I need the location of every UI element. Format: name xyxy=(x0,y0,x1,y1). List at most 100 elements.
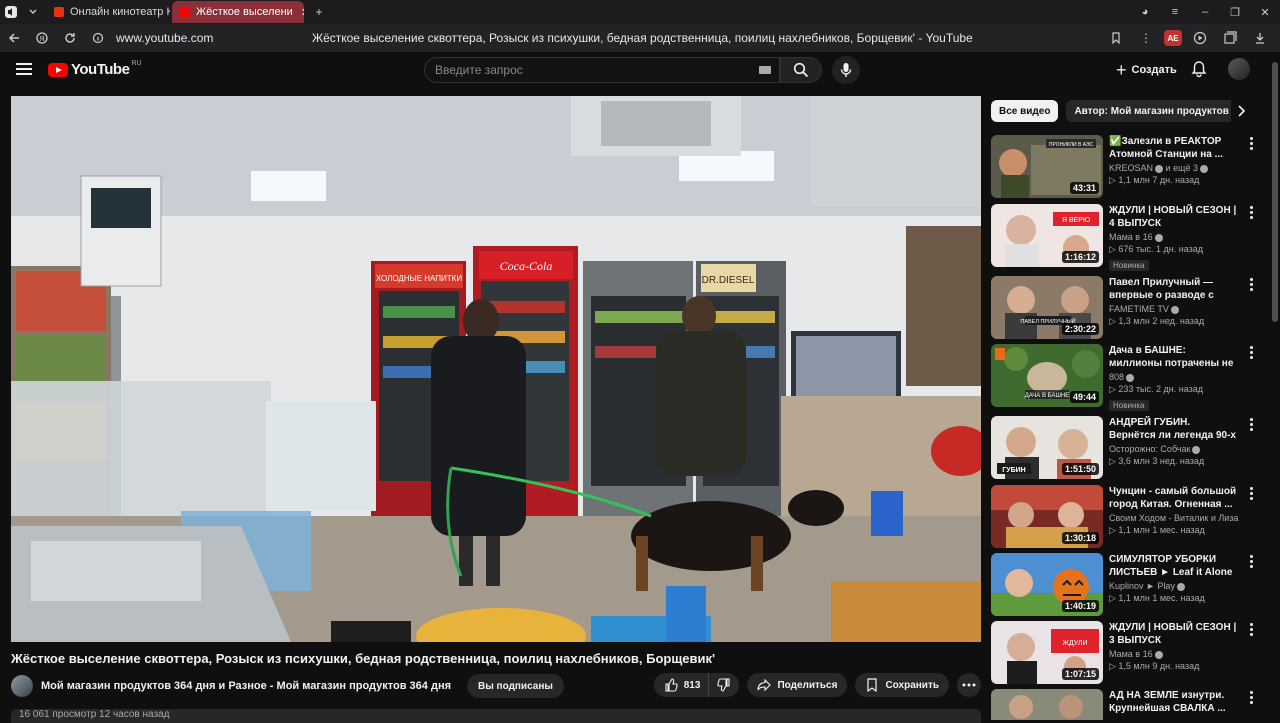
notifications-bell-icon[interactable] xyxy=(1190,60,1210,80)
recommendation-item[interactable]: Я ВЕРЮ 1:16:12 ЖДУЛИ | НОВЫЙ СЕЗОН | 4 В… xyxy=(991,204,1263,271)
recommendation-item[interactable]: АД НА ЗЕМЛЕ изнутри. Крупнейшая СВАЛКА .… xyxy=(991,689,1263,720)
recommendation-menu-icon[interactable] xyxy=(1245,346,1257,360)
restore-icon[interactable]: ❐ xyxy=(1220,6,1250,19)
dislike-button[interactable] xyxy=(709,673,740,697)
channel-name-text: FAMETIME TV xyxy=(1109,304,1169,314)
share-button[interactable]: Поделиться xyxy=(747,673,848,697)
browser-tab-youtube[interactable]: Жёсткое выселени ✕ xyxy=(172,1,304,23)
recommendation-channel[interactable]: FAMETIME TV xyxy=(1109,304,1239,314)
download-icon[interactable] xyxy=(1248,26,1272,50)
recommendation-title[interactable]: Павел Прилучный — впервые о разводе с Аг… xyxy=(1109,276,1239,302)
recommendation-stats: ▷ 1,3 млн 2 нед. назад xyxy=(1109,316,1205,326)
more-actions-button[interactable] xyxy=(957,673,981,697)
channel-name[interactable]: Мой магазин продуктов 364 дня и Разное -… xyxy=(41,680,451,692)
recommendation-title[interactable]: Дача в БАШНЕ: миллионы потрачены не зря! xyxy=(1109,344,1239,370)
profile-icon[interactable]: ◕ xyxy=(1130,6,1160,18)
video-thumbnail[interactable] xyxy=(991,689,1103,720)
yandex-protect-icon[interactable]: Я xyxy=(28,24,56,52)
recommendation-title[interactable]: СИМУЛЯТОР УБОРКИ ЛИСТЬЕВ ► Leaf it Alone xyxy=(1109,553,1239,579)
recommendation-title[interactable]: ЖДУЛИ | НОВЫЙ СЕЗОН | 4 ВЫПУСК xyxy=(1109,204,1239,230)
like-button[interactable]: 813 xyxy=(653,673,710,697)
recommendation-channel[interactable]: KREOSAN и ещё 3 xyxy=(1109,163,1239,173)
recommendation-menu-icon[interactable] xyxy=(1245,418,1257,432)
video-thumbnail[interactable]: ДАЧА В БАШНЕ 49:44 xyxy=(991,344,1103,407)
recommendation-channel[interactable]: Мама в 16 xyxy=(1109,232,1239,242)
browser-tab-kino[interactable]: Онлайн кинотеатр Кино xyxy=(46,1,170,23)
recommendation-item[interactable]: ЖДУЛИ 1:07:15 ЖДУЛИ | НОВЫЙ СЕЗОН | 3 ВЫ… xyxy=(991,621,1263,685)
chip-all-videos[interactable]: Все видео xyxy=(991,100,1059,122)
microphone-icon xyxy=(840,63,852,77)
search-input[interactable] xyxy=(435,63,755,77)
recommendation-title[interactable]: АНДРЕЙ ГУБИН. Вернётся ли легенда 90-х н… xyxy=(1109,416,1239,442)
tab-list-chevron-icon[interactable] xyxy=(22,1,44,23)
video-thumbnail[interactable]: ЖДУЛИ 1:07:15 xyxy=(991,621,1103,684)
video-thumbnail[interactable]: 1:40:19 xyxy=(991,553,1103,616)
media-control-icon[interactable] xyxy=(1188,26,1212,50)
search-button[interactable] xyxy=(780,57,822,83)
recommendation-stats: ▷ 3,6 млн 3 нед. назад xyxy=(1109,456,1205,466)
chip-by-author[interactable]: Автор: Мой магазин продуктов 364 xyxy=(1066,100,1231,122)
channel-avatar[interactable] xyxy=(11,675,33,697)
scrollbar-thumb[interactable] xyxy=(1272,62,1278,322)
minimize-icon[interactable]: – xyxy=(1190,6,1220,18)
video-thumbnail[interactable]: Я ВЕРЮ 1:16:12 xyxy=(991,204,1103,267)
more-options-icon[interactable]: ⋮ xyxy=(1134,26,1158,50)
recommendation-title[interactable]: ✅Залезли в РЕАКТОР Атомной Станции на ..… xyxy=(1109,135,1239,161)
guide-menu-icon[interactable] xyxy=(14,60,34,80)
close-window-icon[interactable]: ✕ xyxy=(1250,6,1280,19)
recommendation-menu-icon[interactable] xyxy=(1245,278,1257,292)
recommendation-menu-icon[interactable] xyxy=(1245,555,1257,569)
video-thumbnail[interactable]: ПАВЕЛ ПРИЛУЧНЫЙ 2:30:22 xyxy=(991,276,1103,339)
recommendation-menu-icon[interactable] xyxy=(1245,691,1257,705)
browser-menu-icon[interactable] xyxy=(0,1,22,23)
voice-search-button[interactable] xyxy=(832,56,860,84)
video-duration: 49:44 xyxy=(1069,391,1099,403)
reload-icon[interactable] xyxy=(56,24,84,52)
video-player[interactable]: DR.DIESEL ХОЛОДНЫЕ НАПИТКИ Coca-Cola xyxy=(11,96,981,642)
recommendation-item[interactable]: ДАЧА В БАШНЕ 49:44 Дача в БАШНЕ: миллион… xyxy=(991,344,1263,411)
video-duration: 2:30:22 xyxy=(1061,323,1099,335)
recommendation-item[interactable]: 1:40:19 СИМУЛЯТОР УБОРКИ ЛИСТЬЕВ ► Leaf … xyxy=(991,553,1263,617)
close-tab-icon[interactable]: ✕ xyxy=(301,6,304,19)
recommendation-title[interactable]: Чунцин - самый большой город Китая. Огне… xyxy=(1109,485,1239,511)
recommendation-channel[interactable]: Осторожно: Собчак xyxy=(1109,444,1239,454)
video-thumbnail[interactable]: ГУБИН 1:51:50 xyxy=(991,416,1103,479)
recommendation-menu-icon[interactable] xyxy=(1245,487,1257,501)
yandex-extension-icon[interactable]: AE xyxy=(1164,30,1182,46)
page-scrollbar[interactable] xyxy=(1270,52,1280,720)
recommendation-item[interactable]: ПАВЕЛ ПРИЛУЧНЫЙ 2:30:22 Павел Прилучный … xyxy=(991,276,1263,340)
recommendation-info: АД НА ЗЕМЛЕ изнутри. Крупнейшая СВАЛКА .… xyxy=(1109,689,1239,715)
back-icon[interactable] xyxy=(0,24,28,52)
video-thumbnail[interactable]: ПРОНИКЛИ В АЭС 43:31 xyxy=(991,135,1103,198)
recommendation-item[interactable]: ПРОНИКЛИ В АЭС 43:31 ✅Залезли в РЕАКТОР … xyxy=(991,135,1263,199)
recommendation-menu-icon[interactable] xyxy=(1245,623,1257,637)
subscribed-button[interactable]: Вы подписаны xyxy=(467,674,564,698)
create-button[interactable]: + Создать xyxy=(1108,58,1185,82)
recommendation-channel[interactable]: Kuplinov ► Play xyxy=(1109,581,1239,591)
recommendation-menu-icon[interactable] xyxy=(1245,206,1257,220)
recommendation-menu-icon[interactable] xyxy=(1245,137,1257,151)
recommendation-channel[interactable]: Мама в 16 xyxy=(1109,649,1239,659)
keyboard-icon[interactable] xyxy=(759,66,771,74)
url-field[interactable]: www.youtube.com xyxy=(116,31,213,45)
collections-icon[interactable] xyxy=(1218,26,1242,50)
recommendation-info: ЖДУЛИ | НОВЫЙ СЕЗОН | 4 ВЫПУСК Мама в 16… xyxy=(1109,204,1239,273)
video-description-preview[interactable]: 16 061 просмотр 12 часов назад xyxy=(11,709,981,723)
new-tab-button[interactable]: + xyxy=(308,1,330,23)
video-duration: 1:07:15 xyxy=(1061,668,1099,680)
recommendation-channel[interactable]: 808 xyxy=(1109,372,1239,382)
recommendation-item[interactable]: ГУБИН 1:51:50 АНДРЕЙ ГУБИН. Вернётся ли … xyxy=(991,416,1263,480)
account-avatar[interactable] xyxy=(1228,58,1250,80)
youtube-logo[interactable]: YouTube RU xyxy=(48,60,142,78)
bookmark-icon[interactable] xyxy=(1104,26,1128,50)
video-thumbnail[interactable]: 1:30:18 xyxy=(991,485,1103,548)
save-button[interactable]: Сохранить xyxy=(855,673,949,697)
plus-icon: + xyxy=(1116,59,1127,80)
recommendation-item[interactable]: 1:30:18 Чунцин - самый большой город Кит… xyxy=(991,485,1263,549)
recommendation-title[interactable]: АД НА ЗЕМЛЕ изнутри. Крупнейшая СВАЛКА .… xyxy=(1109,689,1239,715)
hamburger-menu-icon[interactable]: ≡ xyxy=(1160,6,1190,18)
chips-next-chevron-icon[interactable] xyxy=(1236,104,1250,120)
recommendation-title[interactable]: ЖДУЛИ | НОВЫЙ СЕЗОН | 3 ВЫПУСК xyxy=(1109,621,1239,647)
recommendation-channel[interactable]: Своим Ходом - Виталик и Лиза xyxy=(1109,513,1239,523)
lock-icon[interactable] xyxy=(84,24,112,52)
